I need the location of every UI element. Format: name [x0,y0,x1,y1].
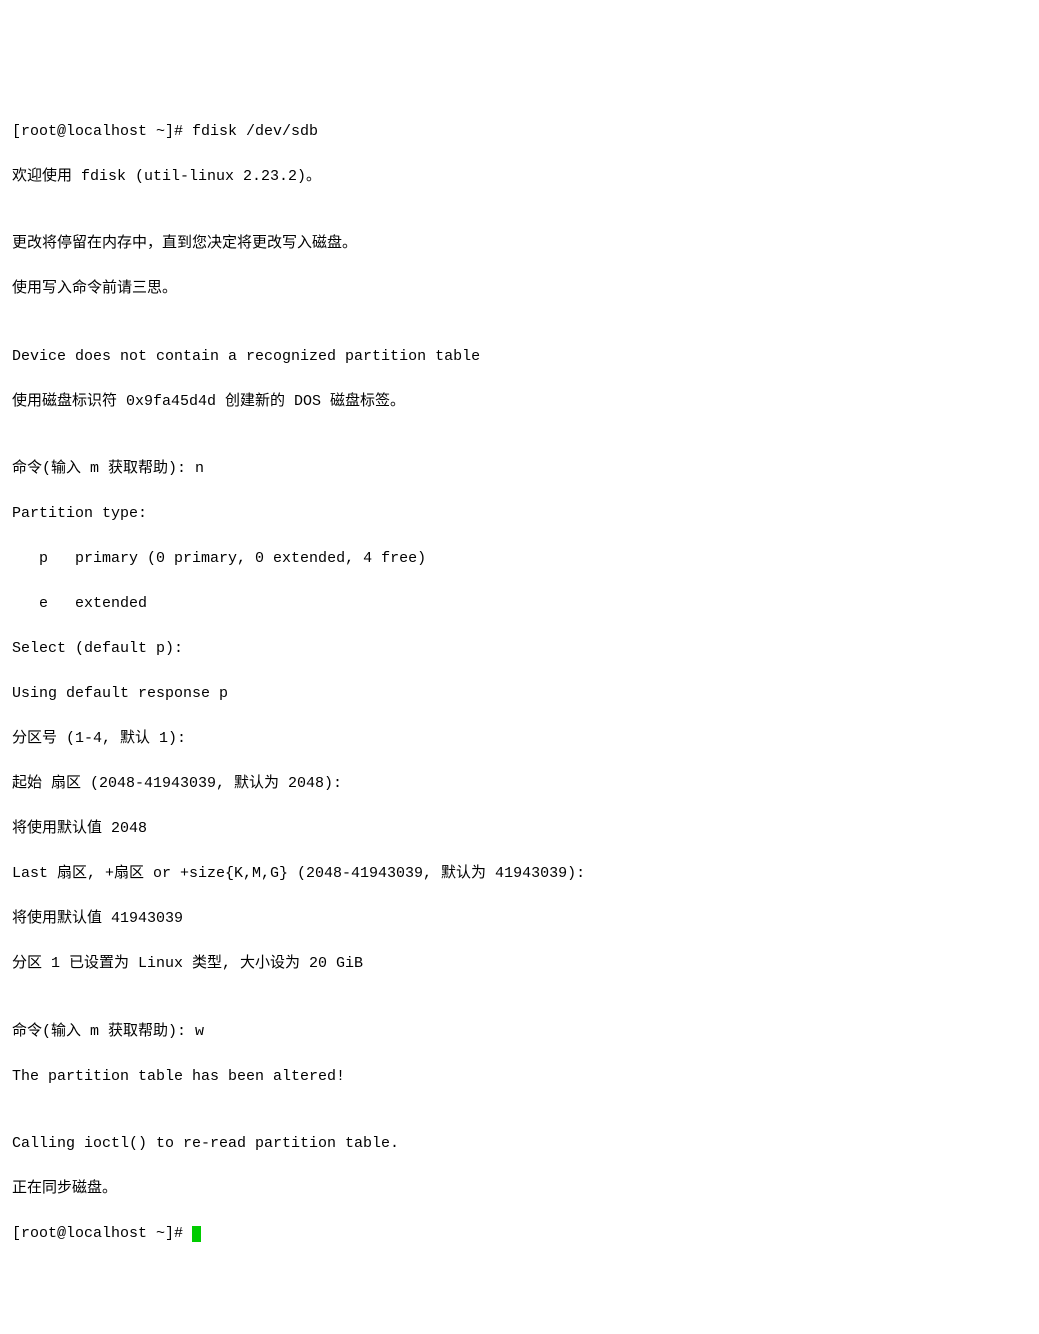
terminal-line: p primary (0 primary, 0 extended, 4 free… [12,548,1027,571]
terminal-line: Last 扇区, +扇区 or +size{K,M,G} (2048-41943… [12,863,1027,886]
terminal-line: 更改将停留在内存中，直到您决定将更改写入磁盘。 [12,233,1027,256]
terminal-line: 将使用默认值 2048 [12,818,1027,841]
terminal-line: 起始 扇区 (2048-41943039, 默认为 2048): [12,773,1027,796]
terminal-line: 欢迎使用 fdisk (util-linux 2.23.2)。 [12,166,1027,189]
terminal-line: 命令(输入 m 获取帮助): n [12,458,1027,481]
terminal-line: 使用写入命令前请三思。 [12,278,1027,301]
terminal-line: The partition table has been altered! [12,1066,1027,1089]
terminal-line: Partition type: [12,503,1027,526]
cursor-icon [192,1226,201,1242]
terminal-line: e extended [12,593,1027,616]
terminal-line: Calling ioctl() to re-read partition tab… [12,1133,1027,1156]
terminal-line: 正在同步磁盘。 [12,1178,1027,1201]
terminal-line: 分区 1 已设置为 Linux 类型, 大小设为 20 GiB [12,953,1027,976]
terminal-line: Device does not contain a recognized par… [12,346,1027,369]
terminal-line: Using default response p [12,683,1027,706]
terminal-line: 命令(输入 m 获取帮助): w [12,1021,1027,1044]
terminal-line: Select (default p): [12,638,1027,661]
terminal-line: 分区号 (1-4, 默认 1): [12,728,1027,751]
terminal-line: 将使用默认值 41943039 [12,908,1027,931]
terminal-prompt-line: [root@localhost ~]# [12,1223,1027,1246]
terminal-line: [root@localhost ~]# fdisk /dev/sdb [12,121,1027,144]
terminal-line: 使用磁盘标识符 0x9fa45d4d 创建新的 DOS 磁盘标签。 [12,391,1027,414]
terminal-prompt: [root@localhost ~]# [12,1225,192,1242]
terminal-output[interactable]: [root@localhost ~]# fdisk /dev/sdb 欢迎使用 … [12,98,1027,1268]
